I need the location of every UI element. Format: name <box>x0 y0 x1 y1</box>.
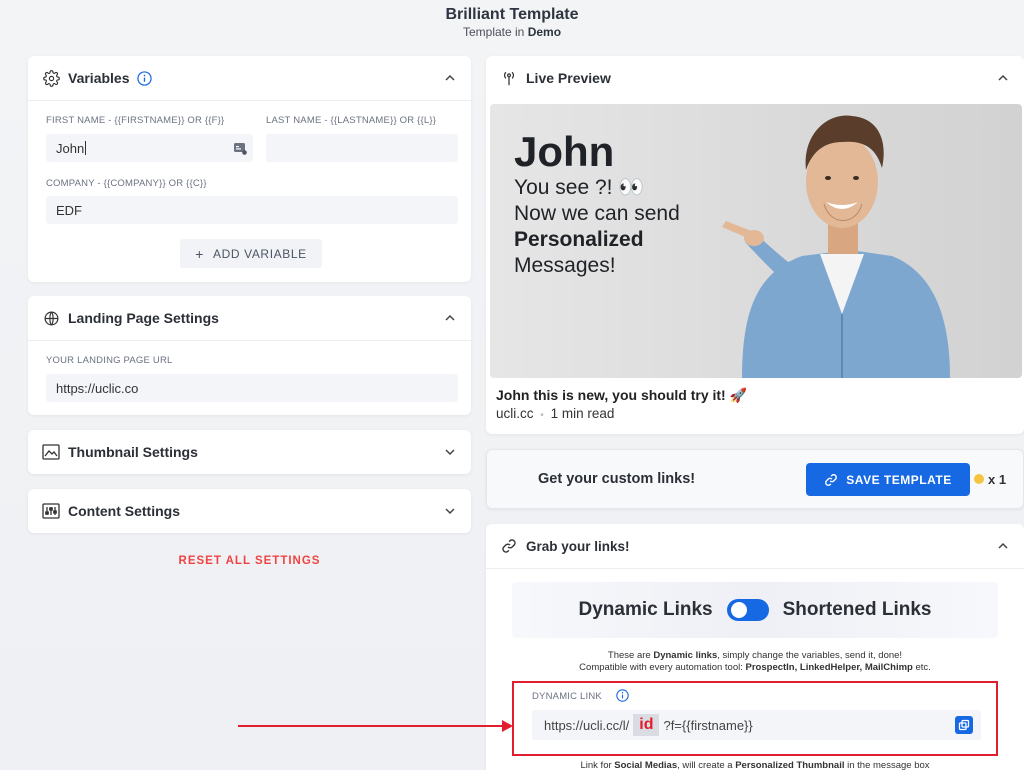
preview-read-time: 1 min read <box>550 406 615 421</box>
dynamic-links-label[interactable]: Dynamic Links <box>579 599 713 621</box>
reset-all-button[interactable]: RESET ALL SETTINGS <box>28 555 471 567</box>
dynamic-link-label: DYNAMIC LINK <box>532 691 602 702</box>
copy-link-button[interactable] <box>955 716 973 734</box>
divider <box>28 100 471 101</box>
preview-domain: ucli.cc <box>496 406 534 421</box>
chevron-up-icon[interactable] <box>996 71 1010 85</box>
broadcast-icon <box>500 69 518 87</box>
thumbnail-settings-title: Thumbnail Settings <box>68 444 198 460</box>
save-template-button[interactable]: SAVE TEMPLATE <box>806 463 970 496</box>
social-media-note: Link for Social Medias, will create a Pe… <box>580 760 930 770</box>
landing-settings-header[interactable]: Landing Page Settings <box>28 296 471 340</box>
template-subtitle: Template in Demo <box>462 25 562 39</box>
thumbnail-settings-header[interactable]: Thumbnail Settings <box>28 430 471 474</box>
live-preview-title: Live Preview <box>526 70 611 86</box>
chevron-down-icon[interactable] <box>443 445 457 459</box>
add-variable-button[interactable]: + ADD VARIABLE <box>180 239 322 268</box>
link-id-placeholder: id <box>633 714 660 736</box>
person-photo <box>722 115 950 378</box>
workspace-name: Demo <box>527 25 562 39</box>
dynamic-info: These are Dynamic links, simply change t… <box>579 650 931 673</box>
credit-count: x 1 <box>988 472 1007 487</box>
preview-meta: ucli.cc • 1 min read <box>496 406 615 421</box>
coin-icon <box>974 474 984 484</box>
landing-settings-title: Landing Page Settings <box>68 310 219 326</box>
save-template-bar: Get your custom links! SAVE TEMPLATE x 1 <box>486 449 1024 509</box>
link-type-switch: Dynamic Links Shortened Links <box>512 582 998 638</box>
landing-url-input[interactable]: https://uclic.co <box>46 374 458 402</box>
dynamic-link-field[interactable]: https://ucli.cc/l/ id ?f={{firstname}} <box>532 710 981 740</box>
chevron-up-icon[interactable] <box>443 71 457 85</box>
grab-links-card: Grab your links! Dynamic Links Shortened… <box>486 524 1024 770</box>
landing-url-label: YOUR LANDING PAGE URL <box>46 355 173 366</box>
globe-icon <box>42 309 60 327</box>
live-preview-card: Live Preview John You see ?! 👀 Now we ca… <box>486 56 1024 434</box>
variables-title: Variables <box>68 70 130 86</box>
thumbnail-settings-card: Thumbnail Settings <box>28 430 471 474</box>
link-icon <box>500 537 518 555</box>
template-title: Brilliant Template <box>445 6 579 23</box>
variables-header[interactable]: Variables <box>28 56 471 100</box>
grab-links-title: Grab your links! <box>526 538 630 554</box>
info-icon[interactable] <box>136 70 152 86</box>
shortened-links-label[interactable]: Shortened Links <box>783 599 932 621</box>
firstname-label: FIRST NAME - {{firstname}} or {{f}} <box>46 115 225 126</box>
link-type-toggle[interactable] <box>726 599 769 621</box>
preview-thumbnail: John You see ?! 👀 Now we can send Person… <box>490 104 1022 378</box>
divider <box>486 568 1024 569</box>
plus-icon: + <box>195 245 205 262</box>
landing-settings-card: Landing Page Settings YOUR LANDING PAGE … <box>28 296 471 415</box>
preview-caption: John this is new, you should try it! 🚀 <box>496 387 748 403</box>
variables-card: Variables FIRST NAME - {{firstname}} or … <box>28 56 471 282</box>
firstname-input[interactable]: John <box>46 134 253 162</box>
company-label: COMPANY - {{company}} or {{c}} <box>46 178 207 189</box>
company-input[interactable]: EDF <box>46 196 458 224</box>
chevron-up-icon[interactable] <box>996 539 1010 553</box>
chevron-up-icon[interactable] <box>443 311 457 325</box>
live-preview-header[interactable]: Live Preview <box>486 56 1024 100</box>
dynamic-link-highlight: DYNAMIC LINK https://ucli.cc/l/ id ?f={{… <box>512 681 998 756</box>
link-icon <box>824 473 838 487</box>
contact-card-icon[interactable] <box>233 141 247 158</box>
custom-links-text: Get your custom links! <box>538 471 696 487</box>
divider <box>28 340 471 341</box>
content-settings-card: Content Settings <box>28 489 471 533</box>
grab-links-header[interactable]: Grab your links! <box>486 524 1024 568</box>
page-header: Brilliant Template Template in Demo <box>0 6 1024 39</box>
content-settings-title: Content Settings <box>68 503 180 519</box>
lastname-label: LAST NAME - {{lastname}} or {{l}} <box>266 115 437 126</box>
image-icon <box>42 443 60 461</box>
sliders-icon <box>42 502 60 520</box>
content-settings-header[interactable]: Content Settings <box>28 489 471 533</box>
lastname-input[interactable] <box>266 134 458 162</box>
gear-icon <box>42 69 60 87</box>
annotation-arrow <box>238 720 513 732</box>
chevron-down-icon[interactable] <box>443 504 457 518</box>
info-icon[interactable] <box>616 689 629 702</box>
